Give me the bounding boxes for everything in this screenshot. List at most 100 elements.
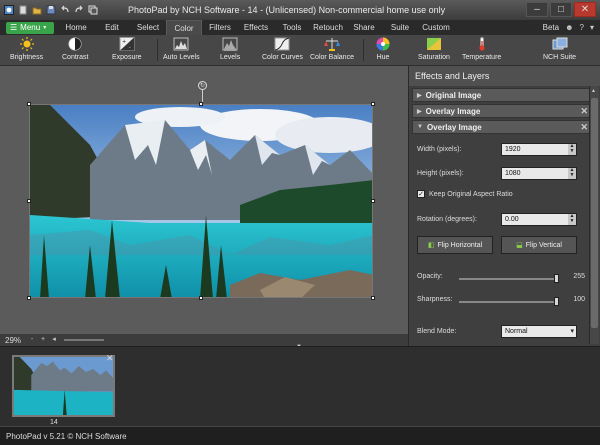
flip-vertical-button[interactable]: ⬓ Flip Vertical bbox=[501, 236, 577, 254]
width-value: 1920 bbox=[505, 146, 521, 153]
tab-retouch[interactable]: Retouch bbox=[310, 20, 346, 36]
tab-effects[interactable]: Effects bbox=[238, 20, 274, 36]
tab-share[interactable]: Share bbox=[346, 20, 382, 36]
menu-bar: ☰ Menu ▾ Home Edit Select Color Filters … bbox=[0, 19, 600, 36]
resize-handle[interactable] bbox=[27, 102, 31, 106]
tab-tools[interactable]: Tools bbox=[274, 20, 310, 36]
hue-icon bbox=[376, 37, 390, 51]
auto-levels-button[interactable]: Auto Levels bbox=[163, 37, 200, 61]
overlay-image[interactable] bbox=[29, 104, 373, 298]
copy-icon[interactable] bbox=[88, 5, 98, 15]
spin-arrows-icon[interactable]: ▲ ▼ bbox=[568, 144, 576, 155]
undo-icon[interactable] bbox=[60, 5, 70, 15]
tab-custom[interactable]: Custom bbox=[418, 20, 454, 36]
fit-icon[interactable]: ◂ bbox=[50, 336, 58, 344]
tab-suite[interactable]: Suite bbox=[382, 20, 418, 36]
contrast-label: Contrast bbox=[62, 54, 89, 61]
opacity-slider-thumb[interactable] bbox=[554, 274, 559, 283]
nch-suite-button[interactable]: NCH Suite bbox=[543, 37, 576, 61]
rotation-field[interactable]: 0.00 ▲ ▼ bbox=[501, 213, 577, 226]
rotation-value: 0.00 bbox=[505, 216, 519, 223]
image-canvas[interactable]: ↻ bbox=[0, 66, 408, 334]
svg-text:-: - bbox=[129, 45, 131, 51]
ribbon-toolbar: Brightness Contrast + - Exposure Auto Lev… bbox=[0, 35, 600, 66]
auto-levels-label: Auto Levels bbox=[163, 54, 200, 61]
main-menu-button[interactable]: ☰ Menu ▾ bbox=[6, 21, 54, 34]
tab-filters[interactable]: Filters bbox=[202, 20, 238, 36]
color-curves-button[interactable]: Color Curves bbox=[262, 37, 303, 61]
resize-handle[interactable] bbox=[371, 296, 375, 300]
zoom-slider[interactable] bbox=[64, 339, 105, 341]
opacity-label: Opacity: bbox=[417, 273, 443, 280]
panel-title: Effects and Layers bbox=[409, 66, 600, 86]
help-icon[interactable]: ? bbox=[580, 23, 584, 32]
expand-icon: ▶ bbox=[417, 92, 422, 99]
scrollbar-thumb[interactable] bbox=[591, 98, 598, 328]
quick-save-icon[interactable] bbox=[46, 5, 56, 15]
resize-handle[interactable] bbox=[199, 102, 203, 106]
spin-arrows-icon[interactable]: ▲ ▼ bbox=[568, 214, 576, 225]
opacity-slider[interactable] bbox=[459, 274, 559, 283]
close-icon[interactable]: ✕ bbox=[106, 353, 114, 364]
nch-suite-icon bbox=[552, 37, 568, 50]
chevron-down-icon: ▾ bbox=[570, 328, 574, 335]
spin-arrows-icon[interactable]: ▲ ▼ bbox=[568, 168, 576, 179]
contrast-button[interactable]: Contrast bbox=[62, 37, 88, 61]
resize-handle[interactable] bbox=[371, 102, 375, 106]
layer-label: Original Image bbox=[425, 90, 482, 100]
resize-handle[interactable] bbox=[199, 296, 203, 300]
redo-icon[interactable] bbox=[74, 5, 84, 15]
resize-handle[interactable] bbox=[27, 199, 31, 203]
close-window-button[interactable]: ✕ bbox=[574, 2, 596, 17]
blend-mode-select[interactable]: Normal ▾ bbox=[501, 325, 577, 338]
user-icon[interactable]: ☻ bbox=[565, 23, 573, 32]
sharpness-slider[interactable] bbox=[459, 297, 559, 306]
sharpness-slider-thumb[interactable] bbox=[554, 297, 559, 306]
layer-overlay-image-1[interactable]: ▶ Overlay Image ✕ bbox=[412, 104, 592, 118]
zoom-in-button[interactable]: + bbox=[39, 336, 47, 344]
tab-color[interactable]: Color bbox=[166, 19, 202, 36]
filmstrip: ✕ 14 bbox=[0, 346, 600, 426]
layer-overlay-image-2[interactable]: ▼ Overlay Image ✕ bbox=[412, 120, 592, 134]
sharpness-value: 100 bbox=[573, 296, 585, 303]
tab-select[interactable]: Select bbox=[130, 20, 166, 36]
levels-button[interactable]: Levels bbox=[220, 37, 240, 61]
keep-aspect-checkbox[interactable]: ✓ bbox=[417, 190, 425, 198]
quick-open-icon[interactable] bbox=[32, 5, 42, 15]
minimize-button[interactable]: – bbox=[526, 2, 548, 17]
thermometer-icon bbox=[479, 37, 485, 51]
levels-icon bbox=[222, 37, 238, 51]
zoom-out-button[interactable]: - bbox=[28, 336, 36, 344]
close-icon[interactable]: ✕ bbox=[580, 122, 588, 133]
tab-edit[interactable]: Edit bbox=[94, 20, 130, 36]
height-field[interactable]: 1080 ▲ ▼ bbox=[501, 167, 577, 180]
exposure-button[interactable]: + - Exposure bbox=[112, 37, 142, 61]
effects-layers-panel: Effects and Layers ▶ Original Image ▶ Ov… bbox=[408, 66, 600, 346]
width-field[interactable]: 1920 ▲ ▼ bbox=[501, 143, 577, 156]
resize-handle[interactable] bbox=[27, 296, 31, 300]
keep-aspect-row[interactable]: ✓ Keep Original Aspect Ratio bbox=[417, 190, 513, 198]
panel-scrollbar[interactable]: ▲ bbox=[589, 86, 599, 344]
brightness-button[interactable]: Brightness bbox=[10, 37, 43, 61]
layer-original-image[interactable]: ▶ Original Image bbox=[412, 88, 592, 102]
levels-label: Levels bbox=[220, 54, 241, 61]
quick-new-icon[interactable] bbox=[18, 5, 28, 15]
tab-home[interactable]: Home bbox=[58, 20, 94, 36]
height-value: 1080 bbox=[505, 170, 521, 177]
rotate-handle-icon[interactable]: ↻ bbox=[198, 81, 207, 90]
thumbnail-label: 14 bbox=[50, 419, 58, 426]
close-icon[interactable]: ✕ bbox=[580, 106, 588, 117]
hue-button[interactable]: Hue bbox=[375, 37, 391, 61]
flip-horizontal-label: Flip Horizontal bbox=[437, 241, 483, 249]
saturation-button[interactable]: Saturation bbox=[418, 37, 450, 61]
flip-horizontal-button[interactable]: ◧ Flip Horizontal bbox=[417, 236, 493, 254]
chevron-down-icon[interactable]: ▾ bbox=[590, 23, 594, 32]
resize-handle[interactable] bbox=[371, 199, 375, 203]
thumbnail-14[interactable] bbox=[12, 355, 115, 417]
color-balance-button[interactable]: Color Balance bbox=[310, 37, 354, 61]
scroll-up-icon[interactable]: ▲ bbox=[591, 88, 596, 94]
temperature-button[interactable]: Temperature bbox=[462, 37, 501, 61]
height-label: Height (pixels): bbox=[417, 170, 464, 177]
opacity-value: 255 bbox=[573, 273, 585, 280]
maximize-button[interactable]: □ bbox=[550, 2, 572, 17]
